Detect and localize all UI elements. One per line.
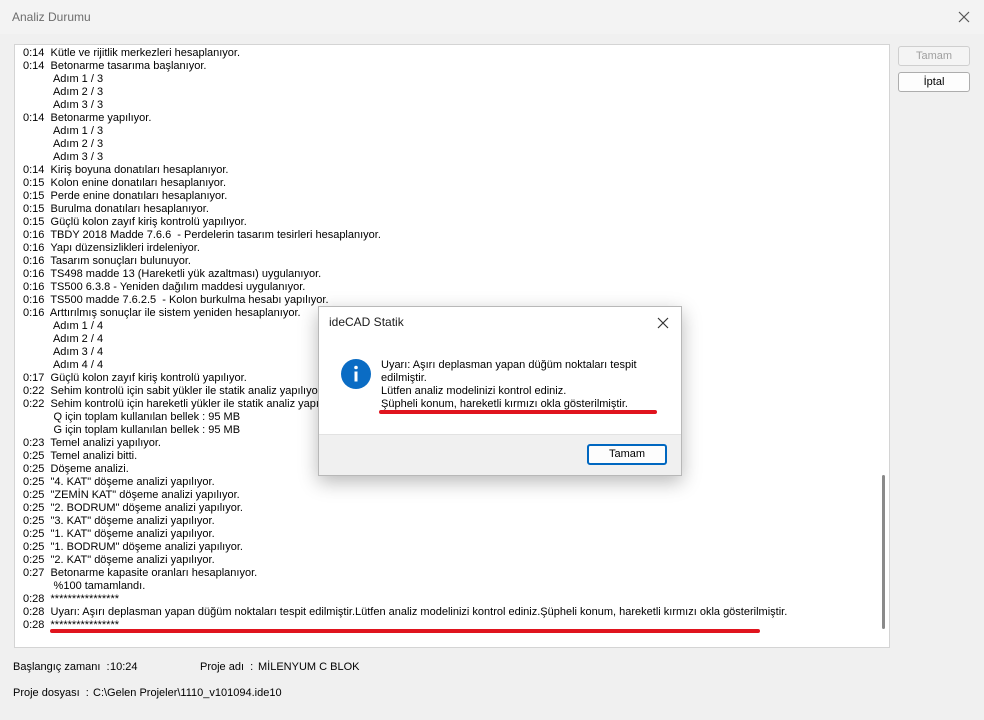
log-line: 0:16 TS500 6.3.8 - Yeniden dağılım madde… bbox=[23, 281, 306, 293]
log-line: Adım 3 / 3 bbox=[23, 151, 104, 163]
project-file-value: C:\Gelen Projeler\1110_v101094.ide10 bbox=[93, 687, 282, 699]
log-line: 0:28 Uyarı: Aşırı deplasman yapan düğüm … bbox=[23, 606, 788, 618]
log-line: 0:14 Kiriş boyuna donatıları hesaplanıyo… bbox=[23, 164, 229, 176]
warning-dialog: ideCAD Statik Uyarı: Aşırı deplasman yap… bbox=[318, 306, 682, 476]
log-line: 0:16 TBDY 2018 Madde 7.6.6 - Perdelerin … bbox=[23, 229, 381, 241]
project-name-label: Proje adı : bbox=[200, 661, 254, 673]
title-bar: Analiz Durumu bbox=[0, 0, 984, 34]
log-line: 0:15 Güçlü kolon zayıf kiriş kontrolü ya… bbox=[23, 216, 247, 228]
log-line: Adım 2 / 3 bbox=[23, 86, 104, 98]
log-line: Adım 2 / 3 bbox=[23, 138, 104, 150]
dialog-message: Uyarı: Aşırı deplasman yapan düğüm nokta… bbox=[381, 359, 671, 411]
annotation-underline-log bbox=[50, 629, 760, 633]
window-title: Analiz Durumu bbox=[12, 10, 91, 24]
log-line: 0:28 **************** bbox=[23, 593, 120, 605]
log-line: 0:16 Tasarım sonuçları bulunuyor. bbox=[23, 255, 191, 267]
log-line: 0:14 Kütle ve rijitlik merkezleri hesapl… bbox=[23, 47, 241, 59]
ok-button[interactable]: Tamam bbox=[898, 46, 970, 66]
close-icon[interactable] bbox=[952, 5, 976, 29]
dialog-footer: Tamam bbox=[319, 434, 681, 475]
dialog-title: ideCAD Statik bbox=[329, 315, 404, 329]
log-line: Adım 3 / 3 bbox=[23, 99, 104, 111]
log-line: %100 tamamlandı. bbox=[23, 580, 146, 592]
cancel-button[interactable]: İptal bbox=[898, 72, 970, 92]
log-line: 0:25 "2. BODRUM" döşeme analizi yapılıyo… bbox=[23, 502, 243, 514]
log-line: 0:25 "4. KAT" döşeme analizi yapılıyor. bbox=[23, 476, 215, 488]
dialog-ok-button[interactable]: Tamam bbox=[587, 444, 667, 465]
annotation-underline-dialog bbox=[379, 410, 657, 414]
log-line: 0:27 Betonarme kapasite oranları hesapla… bbox=[23, 567, 258, 579]
log-line: 0:25 "2. KAT" döşeme analizi yapılıyor. bbox=[23, 554, 215, 566]
dialog-close-icon[interactable] bbox=[653, 313, 673, 333]
log-line: 0:25 "3. KAT" döşeme analizi yapılıyor. bbox=[23, 515, 215, 527]
log-line: Adım 1 / 3 bbox=[23, 73, 104, 85]
log-line: 0:15 Kolon enine donatıları hesaplanıyor… bbox=[23, 177, 227, 189]
log-line: 0:16 TS498 madde 13 (Hareketli yük azalt… bbox=[23, 268, 322, 280]
scrollbar[interactable] bbox=[882, 475, 885, 629]
log-line: 0:25 "1. BODRUM" döşeme analizi yapılıyo… bbox=[23, 541, 243, 553]
log-line: 0:15 Burulma donatıları hesaplanıyor. bbox=[23, 203, 209, 215]
info-icon bbox=[341, 359, 371, 389]
dialog-message-line: Uyarı: Aşırı deplasman yapan düğüm nokta… bbox=[381, 359, 637, 371]
log-line: 0:14 Betonarme yapılıyor. bbox=[23, 112, 152, 124]
log-line: 0:25 "ZEMİN KAT" döşeme analizi yapılıyo… bbox=[23, 489, 240, 501]
start-time-label: Başlangıç zamanı : bbox=[13, 661, 110, 673]
log-line: 0:25 "1. KAT" döşeme analizi yapılıyor. bbox=[23, 528, 215, 540]
log-line: 0:15 Perde enine donatıları hesaplanıyor… bbox=[23, 190, 228, 202]
start-time-value: 10:24 bbox=[110, 661, 138, 673]
dialog-message-line: edilmiştir. bbox=[381, 372, 427, 384]
log-line: Adım 1 / 3 bbox=[23, 125, 104, 137]
log-line: 0:14 Betonarme tasarıma başlanıyor. bbox=[23, 60, 207, 72]
log-line: 0:16 Yapı düzensizlikleri irdeleniyor. bbox=[23, 242, 200, 254]
project-name-value: MİLENYUM C BLOK bbox=[258, 661, 360, 673]
project-file-label: Proje dosyası : bbox=[13, 687, 89, 699]
dialog-message-line: Lütfen analiz modelinizi kontrol ediniz. bbox=[381, 385, 567, 397]
